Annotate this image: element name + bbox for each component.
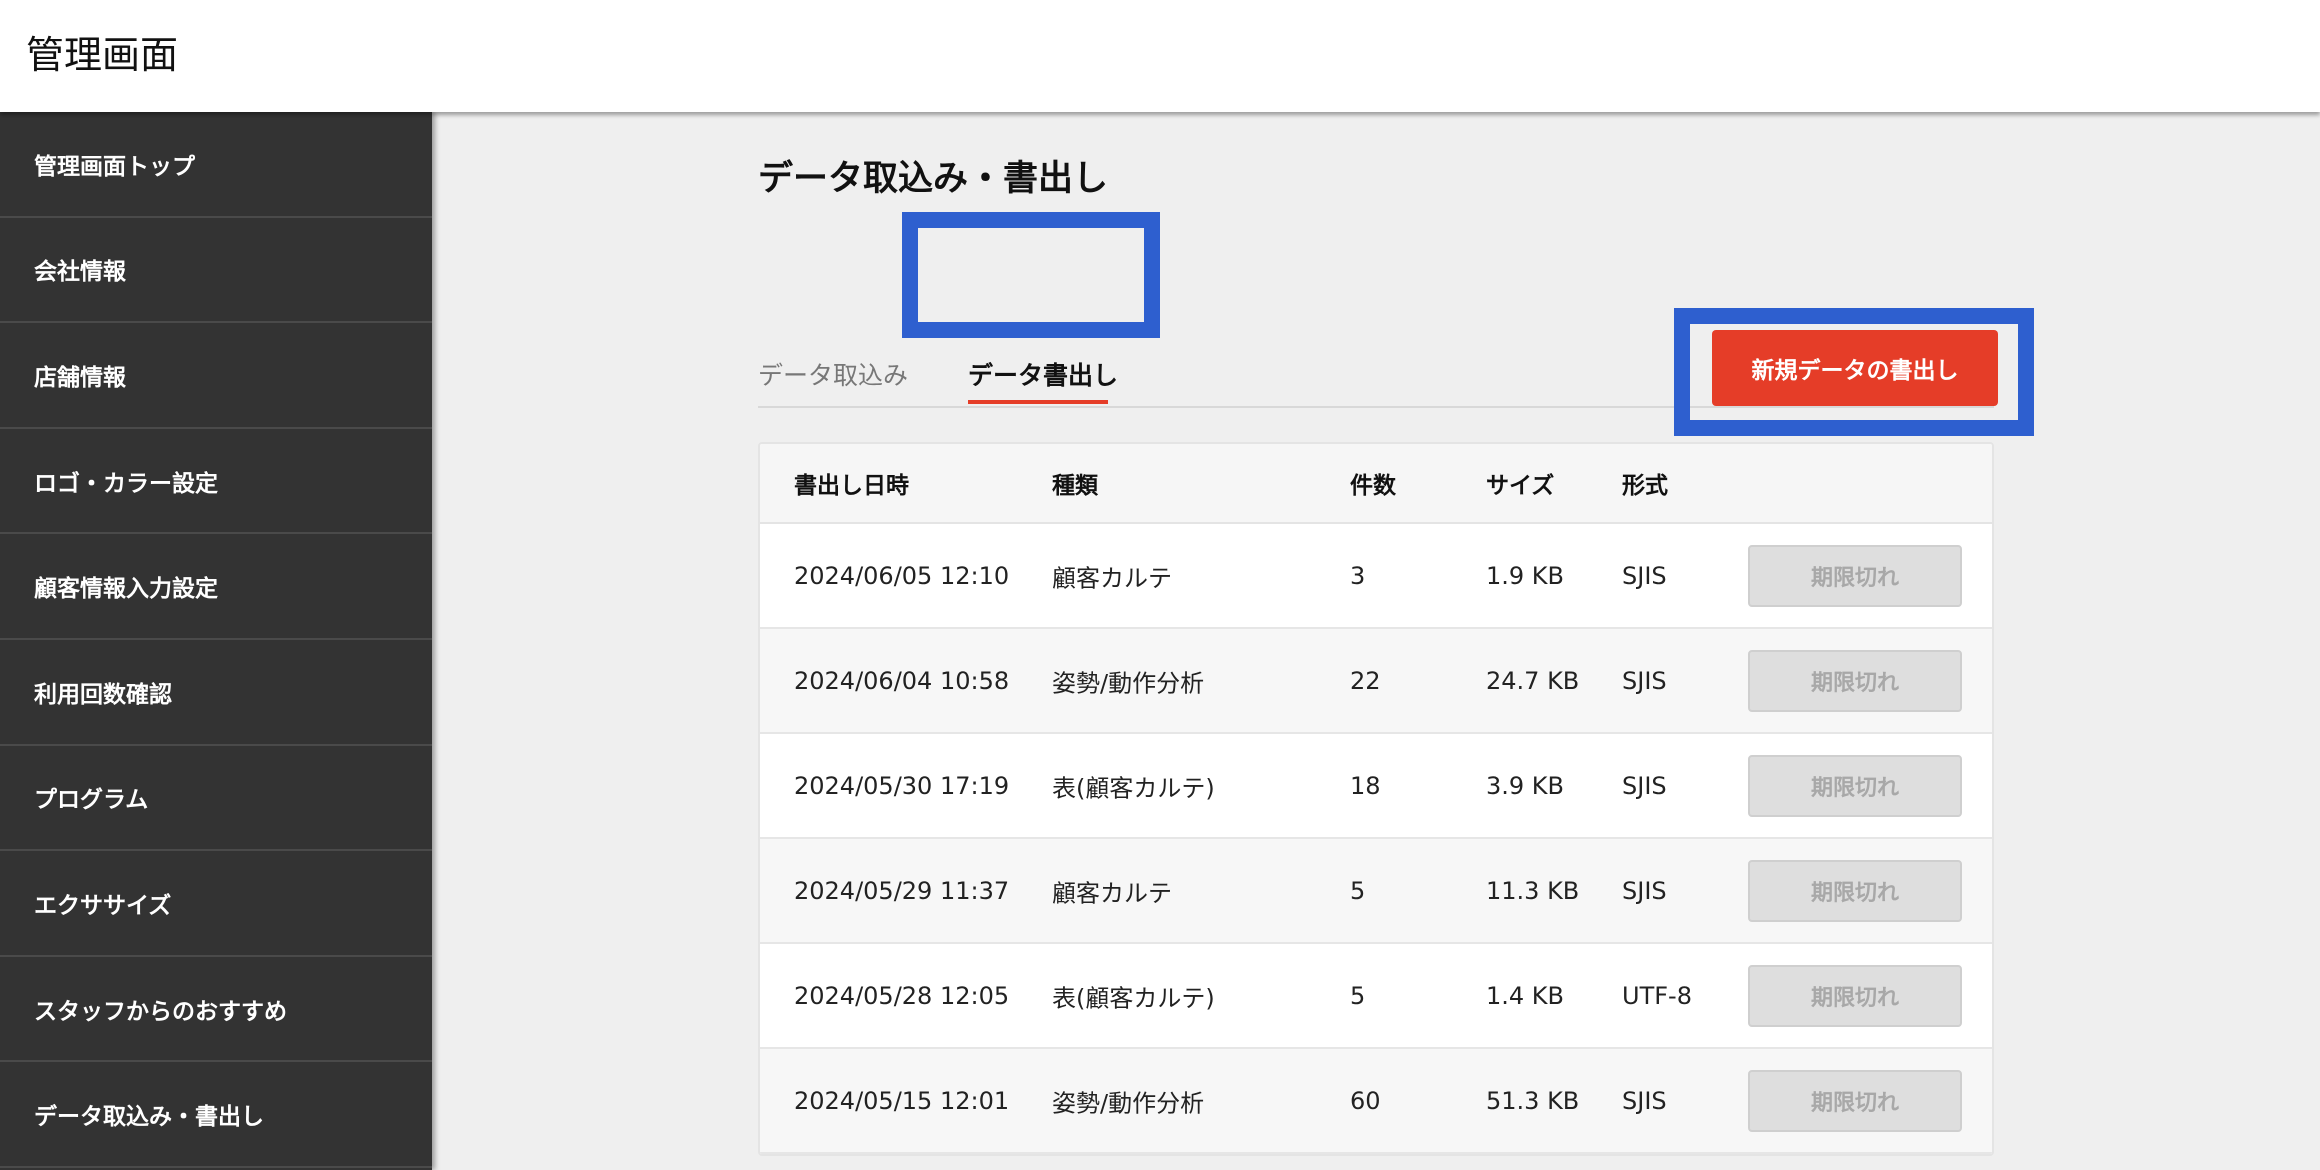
header-size: サイズ (1486, 473, 1555, 499)
app-header: 管理画面 (0, 0, 2320, 112)
cell-type: 姿勢/動作分析 (1052, 669, 1205, 697)
sidebar-item-store-info[interactable]: 店舗情報 (0, 323, 432, 429)
header-type: 種類 (1052, 473, 1098, 499)
expired-button: 期限切れ (1748, 754, 1962, 817)
cell-count: 60 (1350, 1086, 1381, 1115)
sidebar-item-exercise[interactable]: エクササイズ (0, 851, 432, 957)
cell-count: 18 (1350, 771, 1381, 800)
header-datetime: 書出し日時 (794, 473, 909, 499)
sidebar-item-admin-top[interactable]: 管理画面トップ (0, 112, 432, 218)
sidebar-item-staff-recommend[interactable]: スタッフからのおすすめ (0, 957, 432, 1063)
header-count: 件数 (1350, 473, 1396, 499)
cell-datetime: 2024/05/29 11:37 (794, 876, 1010, 905)
new-export-button[interactable]: 新規データの書出し (1712, 330, 1998, 406)
tab-data-export[interactable]: データ書出し (968, 356, 1118, 392)
table-header: 書出し日時 種類 件数 サイズ 形式 (760, 444, 1992, 524)
expired-button: 期限切れ (1748, 649, 1962, 712)
sidebar-item-logo-color[interactable]: ロゴ・カラー設定 (0, 429, 432, 535)
cell-datetime: 2024/05/15 12:01 (794, 1086, 1010, 1115)
sidebar: 管理画面トップ 会社情報 店舗情報 ロゴ・カラー設定 顧客情報入力設定 利用回数… (0, 112, 432, 1170)
cell-count: 5 (1350, 981, 1366, 1010)
cell-count: 5 (1350, 876, 1366, 905)
main-content: データ取込み・書出し データ取込み データ書出し 新規データの書出し 書出し日時… (432, 112, 2320, 1170)
expired-button: 期限切れ (1748, 544, 1962, 607)
table-row: 2024/05/30 17:19 表(顧客カルテ) 18 3.9 KB SJIS… (760, 734, 1992, 839)
sidebar-item-program[interactable]: プログラム (0, 746, 432, 852)
sidebar-item-customer-input[interactable]: 顧客情報入力設定 (0, 534, 432, 640)
table-row: 2024/05/15 12:01 姿勢/動作分析 60 51.3 KB SJIS… (760, 1049, 1992, 1154)
cell-datetime: 2024/06/04 10:58 (794, 666, 1010, 695)
sidebar-item-usage-count[interactable]: 利用回数確認 (0, 640, 432, 746)
table-row: 2024/06/04 10:58 姿勢/動作分析 22 24.7 KB SJIS… (760, 629, 1992, 734)
cell-size: 51.3 KB (1486, 1086, 1580, 1115)
cell-datetime: 2024/06/05 12:10 (794, 561, 1010, 590)
expired-button: 期限切れ (1748, 1069, 1962, 1132)
cell-format: UTF-8 (1622, 981, 1692, 1010)
cell-format: SJIS (1622, 666, 1667, 695)
tab-divider (758, 406, 1994, 408)
cell-type: 表(顧客カルテ) (1052, 774, 1215, 802)
header-format: 形式 (1622, 473, 1668, 499)
cell-type: 姿勢/動作分析 (1052, 1089, 1205, 1117)
cell-size: 3.9 KB (1486, 771, 1564, 800)
cell-format: SJIS (1622, 1086, 1667, 1115)
cell-size: 1.9 KB (1486, 561, 1564, 590)
cell-datetime: 2024/05/28 12:05 (794, 981, 1010, 1010)
table-row: 2024/05/28 12:05 表(顧客カルテ) 5 1.4 KB UTF-8… (760, 944, 1992, 1049)
table-row: 2024/05/29 11:37 顧客カルテ 5 11.3 KB SJIS 期限… (760, 839, 1992, 944)
tab-data-import[interactable]: データ取込み (758, 356, 908, 392)
cell-type: 表(顧客カルテ) (1052, 984, 1215, 1012)
active-tab-indicator (968, 400, 1108, 404)
cell-size: 11.3 KB (1486, 876, 1580, 905)
cell-type: 顧客カルテ (1052, 564, 1172, 592)
sidebar-item-data-import-export[interactable]: データ取込み・書出し (0, 1062, 432, 1168)
table-row: 2024/06/05 12:10 顧客カルテ 3 1.9 KB SJIS 期限切… (760, 524, 1992, 629)
page-title: データ取込み・書出し (758, 159, 1109, 199)
cell-count: 3 (1350, 561, 1366, 590)
expired-button: 期限切れ (1748, 964, 1962, 1027)
cell-count: 22 (1350, 666, 1381, 695)
export-history-table: 書出し日時 種類 件数 サイズ 形式 2024/06/05 12:10 顧客カル… (758, 442, 1994, 1156)
cell-format: SJIS (1622, 771, 1667, 800)
sidebar-item-company-info[interactable]: 会社情報 (0, 218, 432, 324)
cell-size: 24.7 KB (1486, 666, 1580, 695)
app-title: 管理画面 (26, 33, 179, 77)
cell-datetime: 2024/05/30 17:19 (794, 771, 1010, 800)
expired-button: 期限切れ (1748, 859, 1962, 922)
cell-format: SJIS (1622, 561, 1667, 590)
cell-type: 顧客カルテ (1052, 879, 1172, 907)
cell-size: 1.4 KB (1486, 981, 1564, 1010)
cell-format: SJIS (1622, 876, 1667, 905)
